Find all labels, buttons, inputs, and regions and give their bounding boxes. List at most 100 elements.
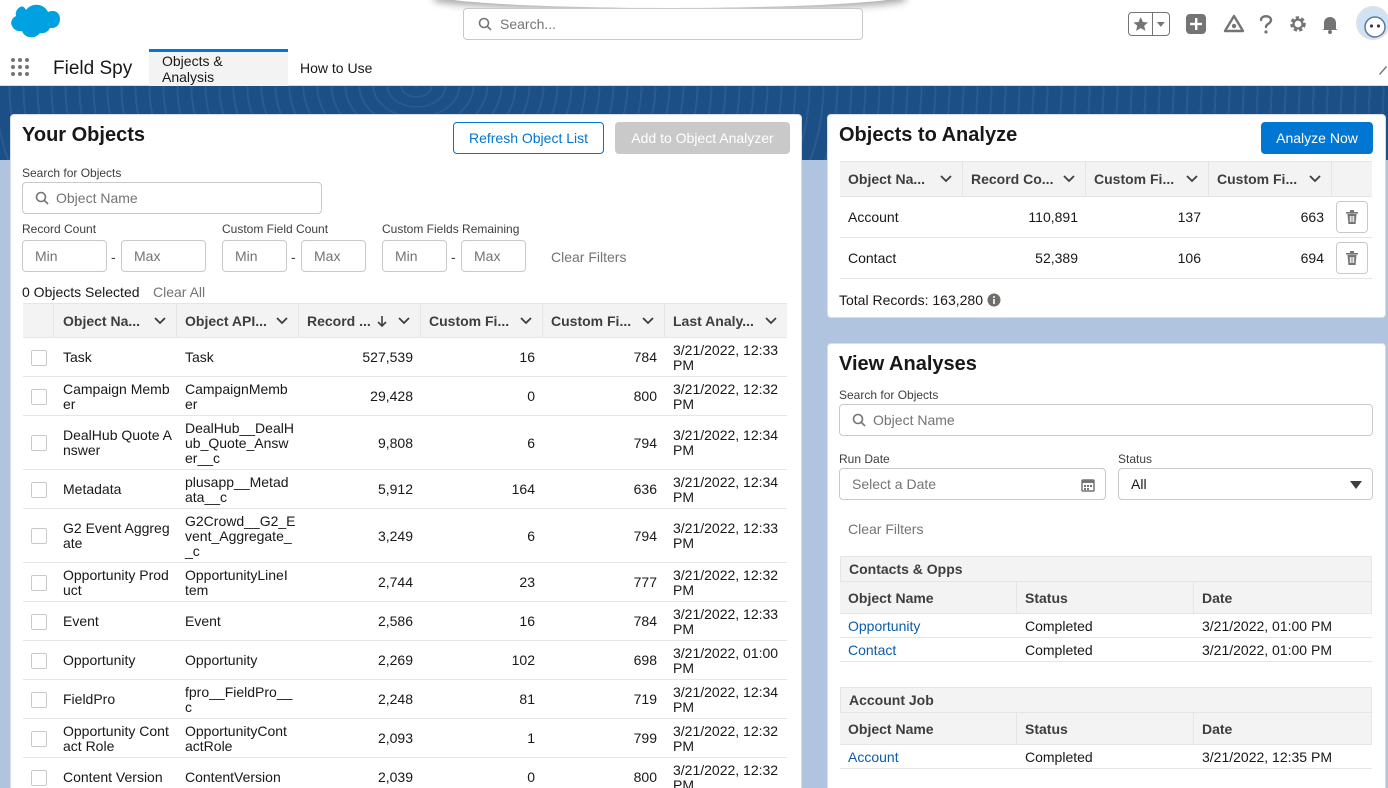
column-header-object-name[interactable]: Object Name xyxy=(840,582,1017,613)
analysis-date-cell: 3/21/2022, 01:00 PM xyxy=(1202,642,1332,658)
custom-fields-cell: 16 xyxy=(519,613,535,629)
analysis-date-cell: 3/21/2022, 12:35 PM xyxy=(1202,749,1332,765)
analysis-object-link[interactable]: Opportunity xyxy=(848,619,920,634)
global-search-input[interactable]: Search... xyxy=(463,8,863,40)
column-header-record-count[interactable]: Record ... xyxy=(299,304,421,337)
fields-remaining-max-input[interactable]: Max xyxy=(461,240,526,272)
table-row: Opportunity Cont act Role OpportunityCont a… xyxy=(23,719,787,758)
column-header-object-name[interactable]: Object Name xyxy=(840,713,1017,744)
user-avatar[interactable] xyxy=(1356,6,1388,40)
cell-line: uct xyxy=(63,581,82,598)
cell-line: fpro__FieldPro__ xyxy=(185,683,293,700)
remove-object-button[interactable] xyxy=(1336,242,1368,274)
row-checkbox[interactable] xyxy=(31,349,47,366)
table-row: G2 Event Aggreg ate G2Crowd__G2_E vent_Aggr… xyxy=(23,509,787,563)
cell-line: Metadata xyxy=(63,481,122,497)
status-select[interactable]: All xyxy=(1118,468,1373,500)
row-checkbox[interactable] xyxy=(31,730,47,747)
view-analyses-title: View Analyses xyxy=(839,353,977,375)
salesforce-logo-icon[interactable] xyxy=(2,4,60,44)
column-header-date[interactable]: Date xyxy=(1194,582,1372,613)
column-header-object-name[interactable]: Object Na... xyxy=(54,304,177,337)
fields-remaining-cell: 663 xyxy=(1300,209,1324,225)
record-count-label: Record Count xyxy=(22,222,97,236)
chevron-down-icon xyxy=(520,316,532,324)
record-count-cell: 2,586 xyxy=(377,613,413,629)
row-checkbox[interactable] xyxy=(31,388,47,405)
analysis-object-link[interactable]: Account xyxy=(848,750,899,765)
notifications-button[interactable] xyxy=(1318,12,1342,36)
remove-object-button[interactable] xyxy=(1336,201,1368,233)
column-header-status[interactable]: Status xyxy=(1017,713,1194,744)
clear-filters-link[interactable]: Clear Filters xyxy=(551,249,626,265)
record-count-cell: 527,539 xyxy=(362,349,413,365)
tab-objects-analysis[interactable]: Objects & Analysis xyxy=(149,49,288,86)
record-count-cell: 2,248 xyxy=(377,691,413,707)
table-row: Account 110,891 137 663 xyxy=(840,197,1372,238)
custom-field-min-input[interactable]: Min xyxy=(222,240,287,272)
help-icon xyxy=(1259,15,1273,34)
custom-field-count-label: Custom Field Count xyxy=(222,222,329,236)
cell-line: 3/21/2022, 12:32 xyxy=(673,380,779,397)
clear-all-link[interactable]: Clear All xyxy=(153,284,205,300)
record-count-max-input[interactable]: Max xyxy=(121,240,206,272)
cell-line: ub_Quote_Answ xyxy=(185,434,289,451)
column-header-custom-fields[interactable]: Custom Fi... xyxy=(421,304,543,337)
cell-line: er xyxy=(63,395,76,412)
column-header-status[interactable]: Status xyxy=(1017,582,1194,613)
object-api-cell: CampaignMemb er xyxy=(185,381,297,412)
column-header-date[interactable]: Date xyxy=(1194,713,1372,744)
record-count-min-input[interactable]: Min xyxy=(22,240,107,272)
range-dash: - xyxy=(111,249,116,265)
global-create-button[interactable] xyxy=(1184,12,1208,36)
row-checkbox[interactable] xyxy=(31,435,47,451)
row-checkbox[interactable] xyxy=(31,613,47,630)
fields-remaining-min-input[interactable]: Min xyxy=(382,240,447,272)
row-checkbox[interactable] xyxy=(31,769,47,786)
column-header-custom-fields-remaining[interactable]: Custom Fi... xyxy=(1209,162,1332,196)
favorites-button[interactable] xyxy=(1128,12,1170,36)
app-launcher-icon[interactable] xyxy=(10,57,30,77)
analysis-object-search-input[interactable]: Object Name xyxy=(839,404,1373,436)
clear-filters-link[interactable]: Clear Filters xyxy=(848,521,923,537)
table-row: Campaign Memb er CampaignMemb er 29,428 0 800 3… xyxy=(23,377,787,416)
analysis-object-link[interactable]: Contact xyxy=(848,643,896,658)
add-to-object-analyzer-button[interactable]: Add to Object Analyzer xyxy=(615,122,790,154)
tab-how-to-use[interactable]: How to Use xyxy=(287,49,385,86)
refresh-object-list-button[interactable]: Refresh Object List xyxy=(453,122,604,154)
object-api-cell: ContentVersion xyxy=(185,770,297,785)
analyze-now-button[interactable]: Analyze Now xyxy=(1261,122,1373,154)
object-api-cell: OpportunityLineI tem xyxy=(185,567,297,598)
custom-field-max-input[interactable]: Max xyxy=(301,240,366,272)
edit-nav-icon[interactable] xyxy=(1377,62,1387,76)
custom-fields-cell: 6 xyxy=(527,527,535,544)
row-checkbox[interactable] xyxy=(31,481,47,498)
object-name-cell: Opportunity Prod uct xyxy=(63,567,175,598)
row-checkbox[interactable] xyxy=(31,691,47,708)
column-header-record-count[interactable]: Record Co... xyxy=(963,162,1086,196)
info-icon[interactable] xyxy=(987,293,1001,307)
help-button[interactable] xyxy=(1254,12,1278,36)
row-checkbox[interactable] xyxy=(31,574,47,591)
cell-line: vent_Aggregate_ xyxy=(185,527,292,544)
column-header-last-analyzed[interactable]: Last Analy... xyxy=(665,304,787,337)
cell-line: 3/21/2022, 12:32 xyxy=(673,566,779,583)
run-date-input[interactable]: Select a Date xyxy=(839,468,1106,500)
column-header-custom-fields-remaining[interactable]: Custom Fi... xyxy=(543,304,665,337)
row-checkbox[interactable] xyxy=(31,652,47,669)
cell-line: PM xyxy=(673,581,694,598)
cell-line: Content Version xyxy=(63,769,163,785)
object-name-search-input[interactable]: Object Name xyxy=(22,182,322,214)
trailhead-button[interactable] xyxy=(1222,12,1246,36)
column-header-custom-fields[interactable]: Custom Fi... xyxy=(1086,162,1209,196)
cell-line: 3/21/2022, 12:33 xyxy=(673,605,779,622)
column-header-object-api[interactable]: Object API... xyxy=(177,304,299,337)
cell-line: Opportunity xyxy=(63,652,136,668)
setup-button[interactable] xyxy=(1286,12,1310,36)
object-api-cell: Opportunity xyxy=(185,653,297,668)
fields-remaining-cell: 794 xyxy=(633,527,657,544)
row-checkbox[interactable] xyxy=(31,528,47,544)
column-header-object-name[interactable]: Object Na... xyxy=(840,162,963,196)
chevron-down-icon xyxy=(642,316,654,324)
chevron-down-icon xyxy=(1157,22,1166,27)
